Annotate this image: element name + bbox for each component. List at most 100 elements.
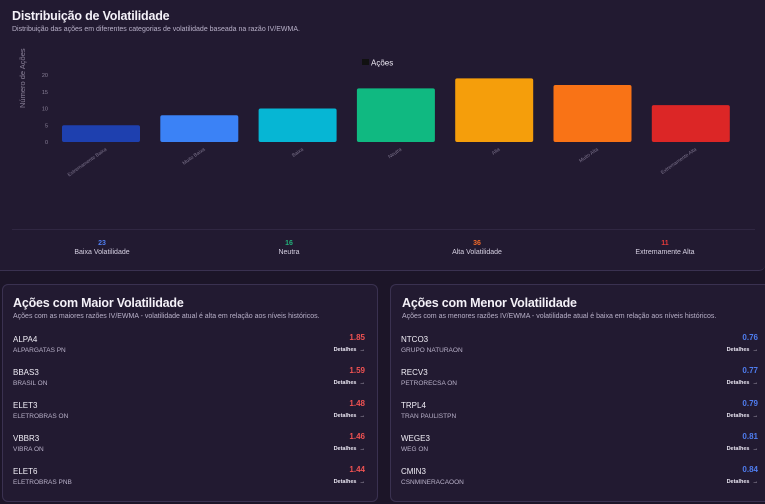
stock-ticker: TRPL4 [401,401,426,410]
stock-row: WEGE3 WEG ON 0.81 Detalhes → [401,432,762,464]
details-link[interactable]: Detalhes → [727,347,758,353]
x-tick-label: Extremamente Baixa [67,147,109,179]
legend-swatch [362,59,369,65]
low-volatility-subtitle: Ações com as menores razões IV/EWMA - vo… [402,313,717,320]
arrow-right-icon: → [359,380,366,386]
chart-bar [160,115,239,142]
arrow-right-icon: → [359,347,366,353]
volatility-ratio: 0.76 [742,333,758,342]
stock-ticker: ELET3 [13,401,38,410]
summary-stat-value: 11 [661,240,669,247]
stock-row: ELET3 ELETROBRAS ON 1.48 Detalhes → [13,399,369,431]
stock-company-name: CSNMINERACAOON [401,479,464,486]
stock-ticker: CMIN3 [401,467,426,476]
details-label: Detalhes [726,380,750,386]
chart-bar [455,78,534,142]
x-tick-label: Baixa [291,147,305,159]
high-volatility-panel: Ações com Maior Volatilidade Ações com a… [2,284,378,502]
low-volatility-panel: Ações com Menor Volatilidade Ações com a… [390,284,765,502]
stock-ticker: NTCO3 [401,335,429,344]
x-tick-label: Muito Baixa [182,147,207,167]
y-axis-label: Número de Ações [18,48,27,108]
volatility-ratio: 1.48 [349,399,365,408]
summary-stat: 16 Neutra [229,240,349,256]
stock-company-name: PETRORECSA ON [401,380,457,387]
summary-stat-value: 23 [98,240,106,247]
details-link[interactable]: Detalhes → [334,446,365,452]
stock-company-name: ELETROBRAS PNB [13,479,72,486]
stock-company-name: BRASIL ON [13,380,48,387]
stock-row: NTCO3 GRUPO NATURAON 0.76 Detalhes → [401,333,762,365]
stock-ticker: ELET6 [13,467,38,476]
y-tick-label: 0 [45,140,48,146]
stock-row: VBBR3 VIBRA ON 1.46 Detalhes → [13,432,369,464]
y-tick-label: 15 [42,90,48,96]
chart-bar [651,105,730,142]
summary-stat-label: Alta Volatilidade [452,249,502,256]
details-link[interactable]: Detalhes → [727,380,758,386]
chart-bar [62,125,140,142]
volatility-distribution-panel: Distribuição de Volatilidade Distribuiçã… [0,0,765,271]
details-label: Detalhes [726,479,750,485]
arrow-right-icon: → [359,413,366,419]
stock-row: TRPL4 TRAN PAULISTPN 0.79 Detalhes → [401,399,762,431]
y-tick-label: 10 [42,107,48,113]
details-label: Detalhes [333,413,357,419]
stock-company-name: VIBRA ON [13,446,44,453]
details-label: Detalhes [726,413,750,419]
summary-stat: 23 Baixa Volatilidade [42,240,162,256]
details-label: Detalhes [726,347,750,353]
volatility-ratio: 0.81 [742,432,758,441]
y-tick-label: 5 [45,123,48,129]
volatility-ratio: 0.77 [742,366,758,375]
arrow-right-icon: → [752,413,759,419]
summary-stat-label: Extremamente Alta [635,249,695,256]
stock-ticker: ALPA4 [13,335,38,344]
low-volatility-title: Ações com Menor Volatilidade [402,296,577,310]
stock-company-name: TRAN PAULISTPN [401,413,457,420]
stock-ticker: WEGE3 [401,434,430,443]
volatility-ratio: 1.85 [349,333,365,342]
summary-stat-value: 36 [473,240,481,247]
stock-row: ALPA4 ALPARGATAS PN 1.85 Detalhes → [13,333,369,365]
arrow-right-icon: → [359,446,366,452]
stock-ticker: BBAS3 [13,368,39,377]
details-link[interactable]: Detalhes → [334,347,365,353]
stock-row: ELET6 ELETROBRAS PNB 1.44 Detalhes → [13,465,369,497]
summary-stat-value: 16 [285,240,293,247]
stock-company-name: WEG ON [401,446,429,453]
y-tick-label: 20 [42,73,48,79]
volatility-ratio: 1.46 [349,432,365,441]
volatility-ratio: 0.79 [742,399,758,408]
stock-ticker: RECV3 [401,368,428,377]
chart-bar [553,85,632,142]
arrow-right-icon: → [752,347,759,353]
stock-company-name: ALPARGATAS PN [13,347,66,354]
stock-ticker: VBBR3 [13,434,40,443]
details-link[interactable]: Detalhes → [727,446,758,452]
volatility-ratio: 0.84 [742,465,758,474]
details-link[interactable]: Detalhes → [727,413,758,419]
arrow-right-icon: → [752,446,759,452]
high-volatility-subtitle: Ações com as maiores razões IV/EWMA - vo… [13,313,320,320]
details-link[interactable]: Detalhes → [334,479,365,485]
details-label: Detalhes [333,380,357,386]
arrow-right-icon: → [752,380,759,386]
stock-row: RECV3 PETRORECSA ON 0.77 Detalhes → [401,366,762,398]
summary-stat: 11 Extremamente Alta [605,240,725,256]
summary-stat-label: Neutra [278,249,300,256]
stock-row: CMIN3 CSNMINERACAOON 0.84 Detalhes → [401,465,762,497]
stock-company-name: ELETROBRAS ON [13,413,69,420]
summary-stat: 36 Alta Volatilidade [417,240,537,256]
details-link[interactable]: Detalhes → [334,413,365,419]
details-label: Detalhes [726,446,750,452]
stock-company-name: GRUPO NATURAON [401,347,463,354]
details-label: Detalhes [333,347,357,353]
x-tick-label: Neutra [387,147,403,161]
x-tick-label: Muito Alta [578,147,600,165]
details-link[interactable]: Detalhes → [334,380,365,386]
details-link[interactable]: Detalhes → [727,479,758,485]
arrow-right-icon: → [752,479,759,485]
stock-row: BBAS3 BRASIL ON 1.59 Detalhes → [13,366,369,398]
details-label: Detalhes [333,479,357,485]
